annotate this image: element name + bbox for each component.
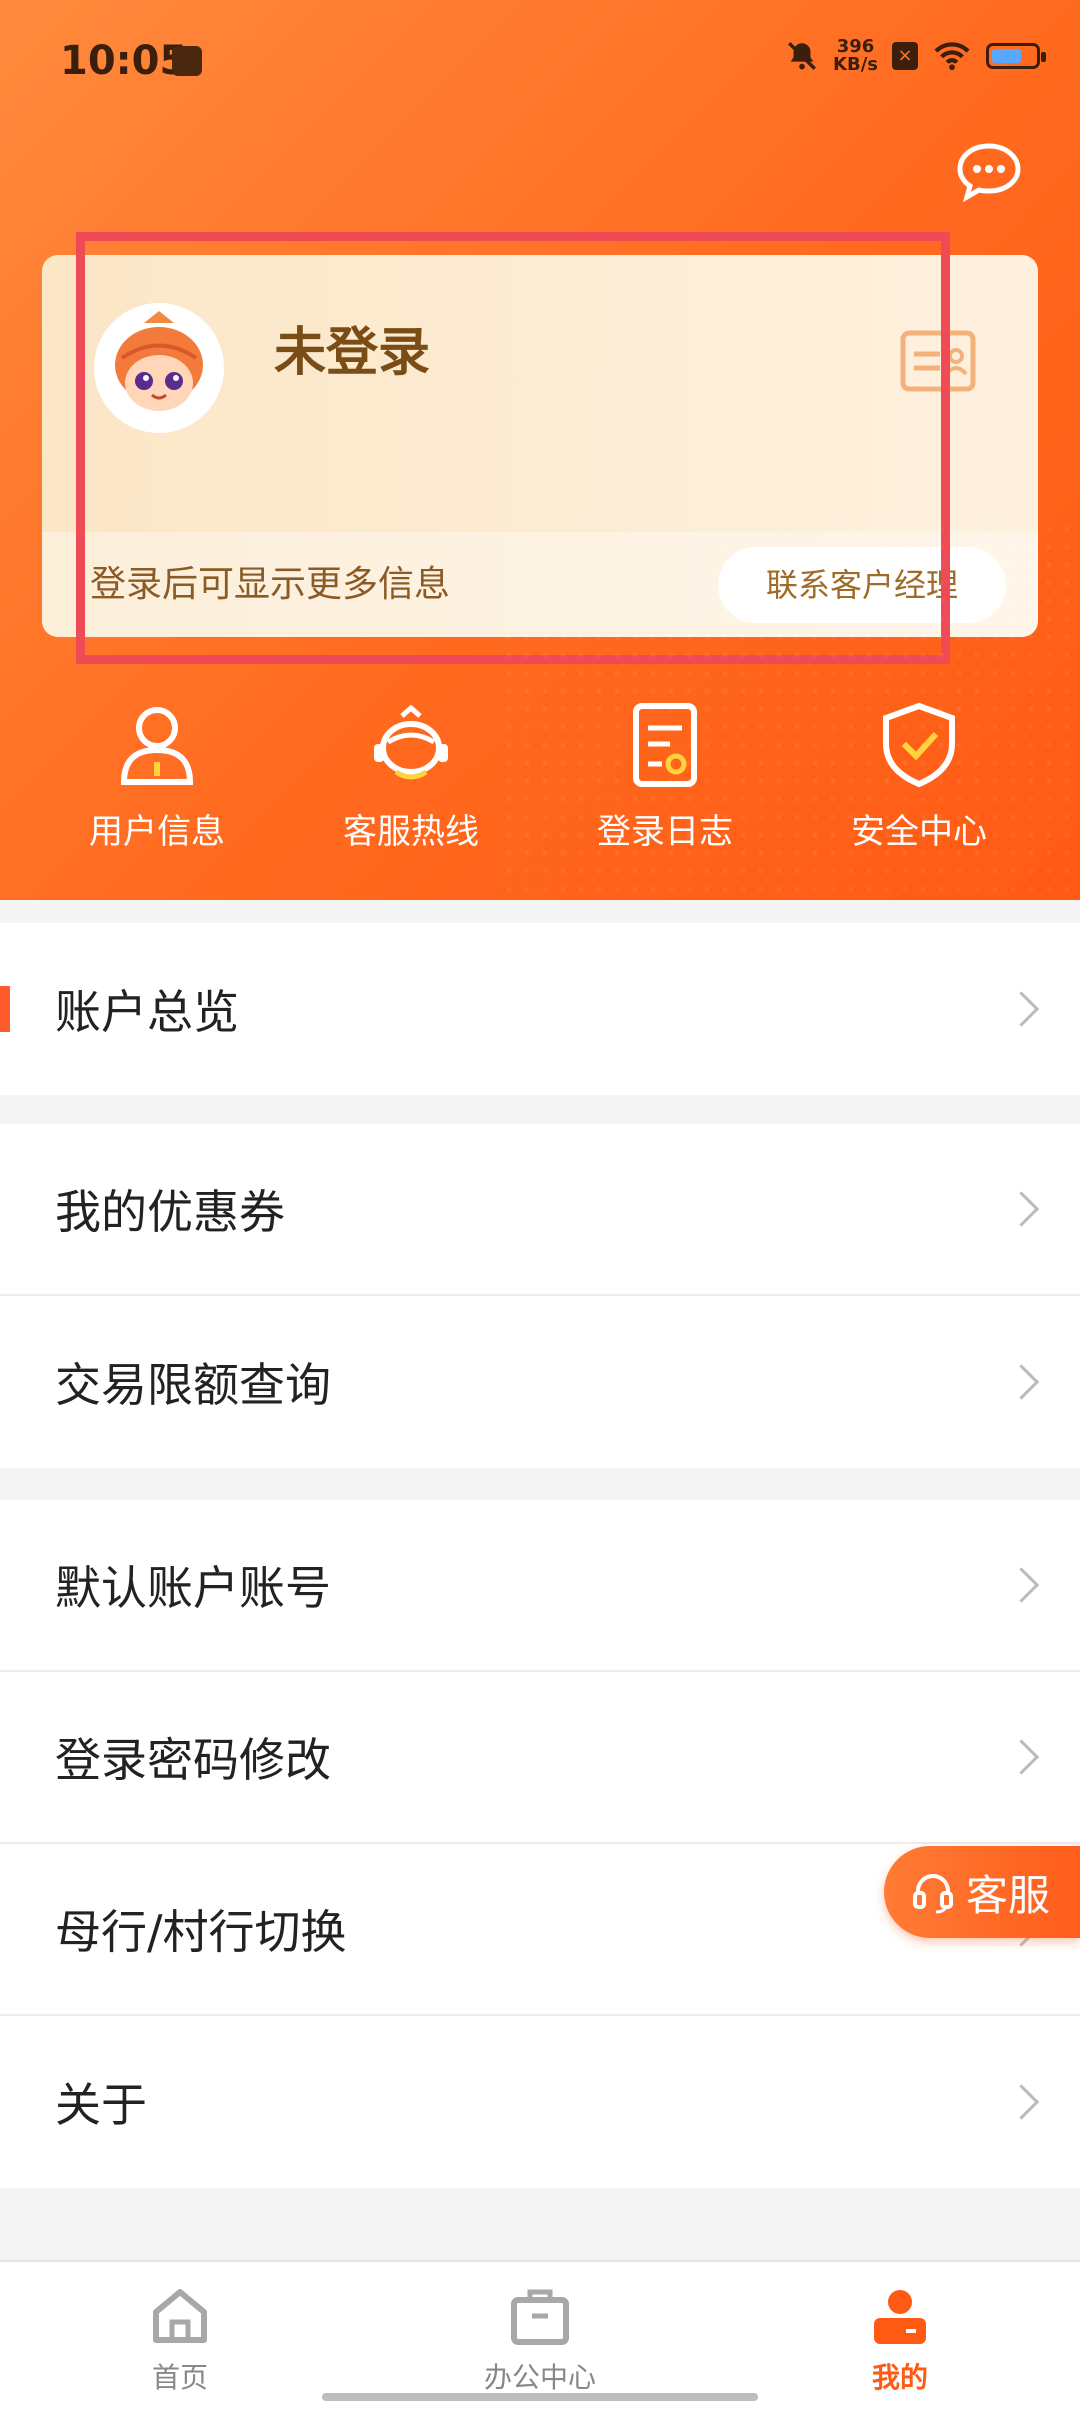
tab-mine[interactable]: 我的	[720, 2262, 1080, 2410]
menu-label: 我的优惠券	[55, 1185, 285, 1239]
floating-service-label: 客服	[966, 1870, 1051, 1920]
menu-group-1: 账户总览	[0, 923, 1080, 1095]
battery-icon	[986, 43, 1046, 69]
profile-header: 10:05 396 KB/s × 未登录 登录后可显示更多信息 联系客户经理 用…	[0, 0, 1080, 900]
headset-icon	[913, 1874, 953, 1914]
quick-security-center[interactable]: 安全中心	[792, 700, 1046, 880]
quick-actions: 用户信息 客服热线 登录日志 安全中心	[0, 700, 1080, 880]
menu-change-password[interactable]: 登录密码修改	[0, 1672, 1080, 1844]
mute-bell-icon	[788, 42, 816, 70]
quick-label: 安全中心	[851, 812, 987, 852]
accent-bar	[0, 986, 10, 1032]
chevron-right-icon	[1003, 1191, 1040, 1227]
menu-limit-query[interactable]: 交易限额查询	[0, 1296, 1080, 1468]
chevron-right-icon	[1003, 1364, 1040, 1400]
tab-label: 办公中心	[483, 2361, 596, 2394]
headset-robot-icon	[374, 704, 448, 780]
highlight-frame	[76, 232, 950, 664]
status-time: 10:05	[60, 38, 188, 84]
menu-my-coupons[interactable]: 我的优惠券	[0, 1124, 1080, 1296]
home-indicator[interactable]	[322, 2393, 758, 2401]
tab-home[interactable]: 首页	[0, 2262, 360, 2410]
person-icon	[874, 2290, 926, 2344]
contact-manager-button[interactable]: 联系客户经理	[718, 547, 1006, 623]
quick-label: 客服热线	[343, 812, 479, 852]
bottom-tabbar: 首页 办公中心 我的	[0, 2260, 1080, 2410]
menu-label: 母行/村行切换	[55, 1905, 347, 1959]
menu-label: 登录密码修改	[55, 1733, 331, 1787]
user-icon	[120, 707, 194, 785]
menu-label: 账户总览	[55, 985, 239, 1039]
chevron-right-icon	[1003, 2084, 1040, 2120]
tab-label: 首页	[151, 2361, 208, 2394]
status-icons: 396 KB/s ×	[785, 38, 1046, 74]
network-speed: 396 KB/s	[833, 38, 878, 74]
quick-login-log[interactable]: 登录日志	[538, 700, 792, 880]
message-icon[interactable]	[956, 142, 1022, 202]
menu-label: 关于	[55, 2078, 147, 2132]
status-bar: 10:05 396 KB/s ×	[0, 0, 1080, 120]
quick-user-info[interactable]: 用户信息	[30, 700, 284, 880]
shield-check-icon	[883, 702, 955, 788]
log-document-icon	[633, 703, 697, 787]
quick-label: 登录日志	[597, 812, 733, 852]
chevron-right-icon	[1003, 1739, 1040, 1775]
wifi-icon	[934, 42, 970, 71]
menu-group-3: 默认账户账号 登录密码修改 母行/村行切换 关于	[0, 1500, 1080, 2188]
floating-service-button[interactable]: 客服	[884, 1846, 1080, 1938]
menu-label: 默认账户账号	[55, 1561, 331, 1615]
menu-account-overview[interactable]: 账户总览	[0, 923, 1080, 1095]
tab-office-center[interactable]: 办公中心	[360, 2262, 720, 2410]
briefcase-icon	[511, 2289, 569, 2345]
menu-label: 交易限额查询	[55, 1358, 331, 1412]
quick-hotline[interactable]: 客服热线	[284, 700, 538, 880]
sim-off-icon: ×	[892, 42, 918, 70]
menu-default-account[interactable]: 默认账户账号	[0, 1500, 1080, 1672]
home-icon	[153, 2289, 207, 2343]
menu-about[interactable]: 关于	[0, 2016, 1080, 2188]
speed-unit: KB/s	[833, 54, 878, 75]
chevron-right-icon	[1003, 991, 1040, 1027]
quick-label: 用户信息	[89, 812, 225, 852]
tab-label: 我的	[871, 2361, 928, 2394]
chevron-right-icon	[1003, 1567, 1040, 1603]
menu-group-2: 我的优惠券 交易限额查询	[0, 1124, 1080, 1468]
notification-app-icon	[172, 46, 202, 76]
